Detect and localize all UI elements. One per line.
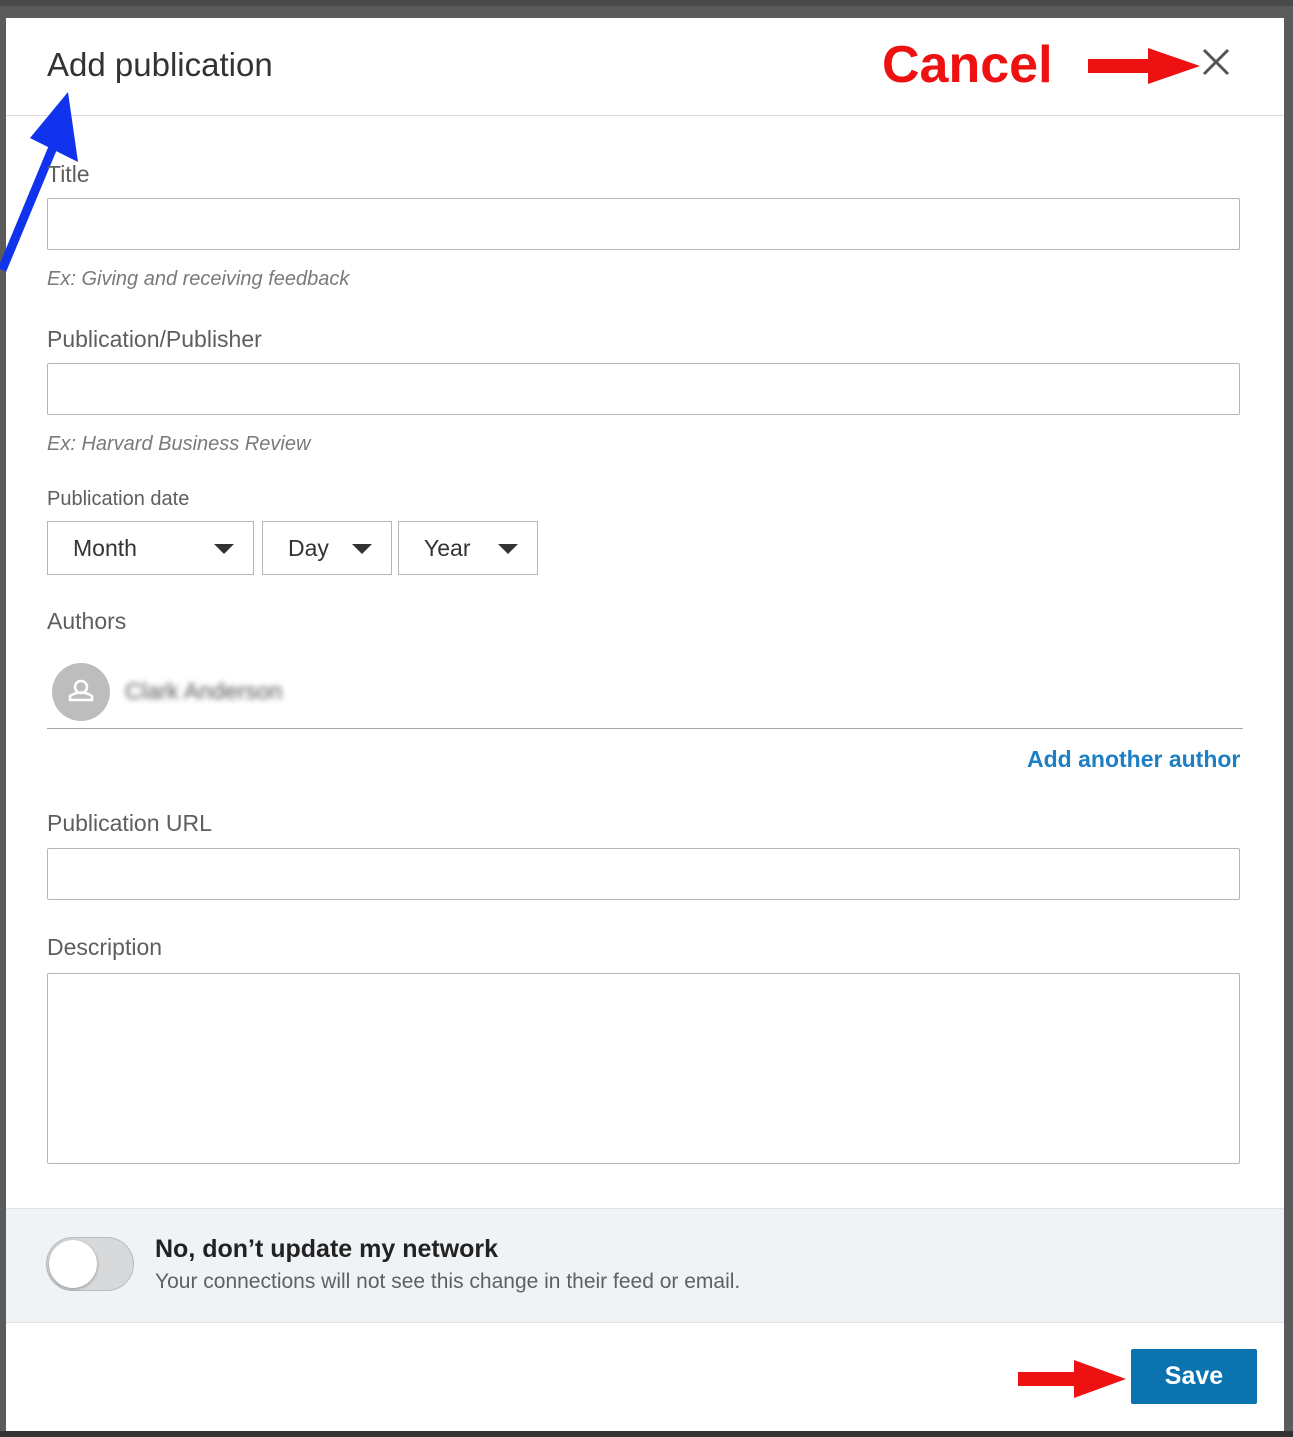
close-button[interactable]	[1196, 44, 1236, 84]
publisher-hint: Ex: Harvard Business Review	[47, 433, 311, 455]
authors-label: Authors	[47, 608, 127, 634]
dialog-title: Add publication	[47, 46, 273, 83]
publication-date-label: Publication date	[47, 488, 190, 510]
year-select[interactable]: Year	[398, 521, 538, 575]
chevron-down-icon	[352, 544, 372, 554]
day-select-value: Day	[288, 535, 329, 561]
add-another-author-link[interactable]: Add another author	[1027, 746, 1240, 773]
day-select[interactable]: Day	[262, 521, 392, 575]
toggle-knob	[49, 1240, 97, 1288]
person-icon	[68, 679, 94, 702]
cancel-annotation-label: Cancel	[882, 36, 1053, 94]
toggle-title: No, don’t update my network	[155, 1235, 499, 1263]
toggle-subtitle: Your connections will not see this chang…	[155, 1270, 741, 1293]
publication-url-input[interactable]	[47, 848, 1240, 900]
publisher-input[interactable]	[47, 363, 1240, 415]
network-update-section: No, don’t update my network Your connect…	[6, 1208, 1284, 1323]
publication-url-label: Publication URL	[47, 810, 212, 836]
description-textarea[interactable]	[47, 973, 1240, 1164]
title-label: Title	[47, 161, 90, 187]
avatar	[52, 663, 110, 721]
month-select[interactable]: Month	[47, 521, 254, 575]
title-hint: Ex: Giving and receiving feedback	[47, 268, 350, 290]
update-network-toggle[interactable]	[46, 1237, 134, 1291]
author-name: Clark Anderson	[125, 678, 283, 704]
red-arrow-cancel-icon	[1088, 48, 1200, 84]
year-select-value: Year	[424, 535, 471, 561]
dialog-header: Add publication Cancel	[6, 18, 1284, 116]
chevron-down-icon	[498, 544, 518, 554]
month-select-value: Month	[73, 535, 137, 561]
add-publication-dialog: Add publication Cancel Title Ex: Giving …	[0, 18, 1284, 1431]
save-button[interactable]: Save	[1131, 1349, 1257, 1404]
title-input[interactable]	[47, 198, 1240, 250]
author-row: Clark Anderson	[47, 658, 1243, 729]
chevron-down-icon	[214, 544, 234, 554]
red-arrow-save-icon	[1018, 1360, 1126, 1398]
backdrop	[0, 0, 1293, 6]
publisher-label: Publication/Publisher	[47, 326, 262, 352]
close-icon	[1202, 48, 1230, 76]
backdrop-bottom	[0, 1431, 1293, 1437]
description-label: Description	[47, 934, 163, 960]
